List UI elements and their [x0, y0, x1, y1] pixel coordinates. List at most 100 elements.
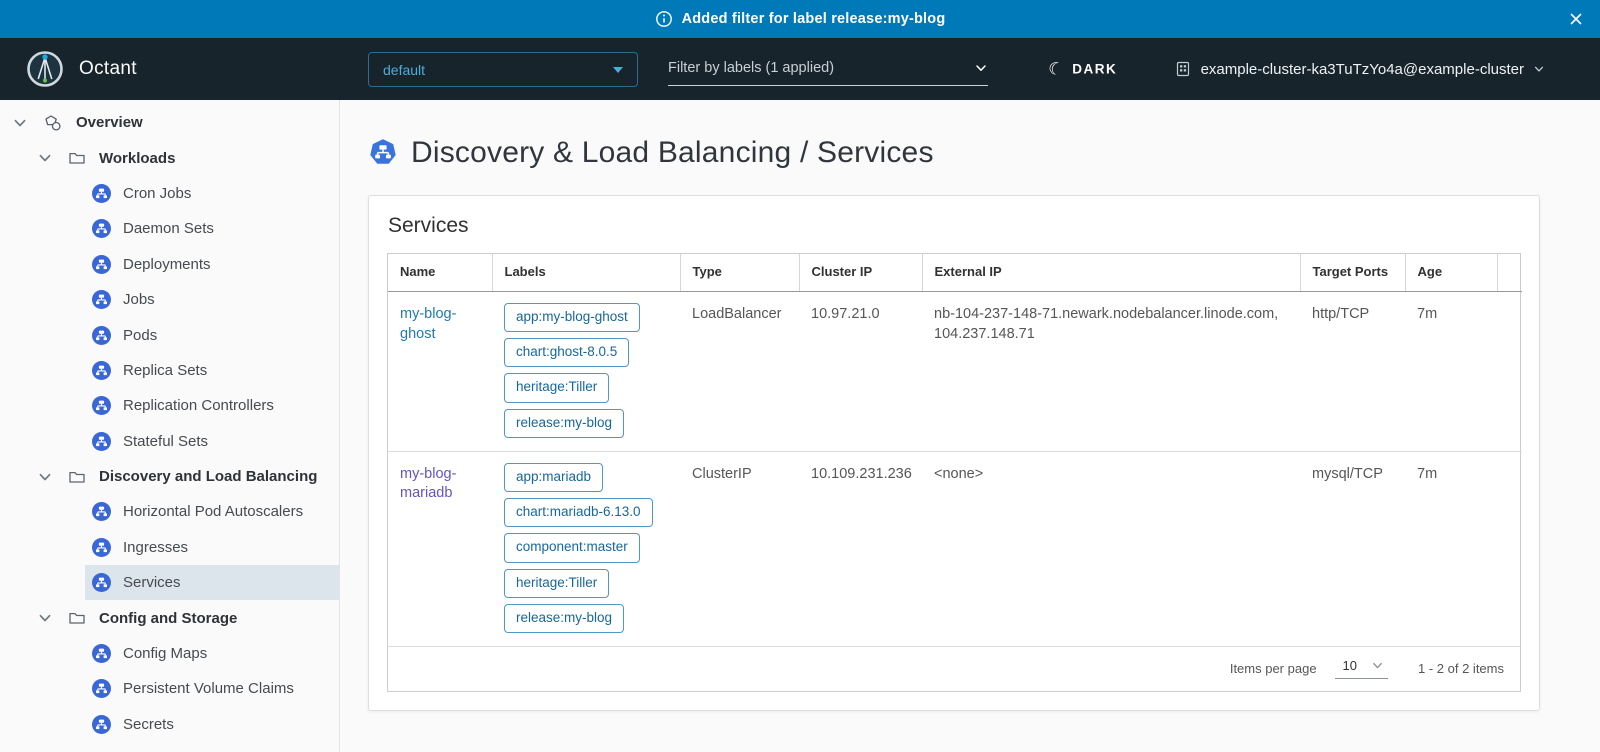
sidebar-item-horizontal-pod-autoscalers[interactable]: Horizontal Pod Autoscalers: [85, 494, 339, 529]
sidebar-item-secrets[interactable]: Secrets: [85, 707, 339, 742]
sidebar-item-label: Horizontal Pod Autoscalers: [123, 503, 303, 520]
sidebar-group-workloads[interactable]: Workloads: [0, 140, 339, 175]
external-ip: <none>: [922, 451, 1300, 646]
sidebar-item-label: Replica Sets: [123, 362, 207, 379]
sidebar-item-cron-jobs[interactable]: Cron Jobs: [85, 176, 339, 211]
folder-icon: [68, 149, 86, 167]
label-pill[interactable]: chart:mariadb-6.13.0: [504, 498, 653, 527]
sidebar-item-pods[interactable]: Pods: [85, 317, 339, 352]
pagination-range: 1 - 2 of 2 items: [1418, 661, 1504, 676]
sidebar-item-label: Deployments: [123, 256, 211, 273]
age: 7m: [1405, 451, 1497, 646]
label-pill[interactable]: component:master: [504, 533, 640, 562]
external-ip: nb-104-237-148-71.newark.nodebalancer.li…: [922, 292, 1300, 452]
cluster-icon: [1174, 60, 1192, 78]
chevron-down-icon[interactable]: [12, 115, 28, 131]
label-pill[interactable]: heritage:Tiller: [504, 569, 609, 598]
label-pill[interactable]: chart:ghost-8.0.5: [504, 338, 629, 367]
folder-icon: [68, 609, 86, 627]
sidebar-item-config-maps[interactable]: Config Maps: [85, 636, 339, 671]
namespace-select[interactable]: default: [368, 52, 638, 87]
close-icon[interactable]: [1568, 11, 1584, 27]
service-heptagon-icon: [368, 138, 398, 168]
chevron-down-icon: [974, 61, 988, 75]
moon-icon: ☾: [1046, 59, 1065, 79]
sidebar-item-services[interactable]: Services: [85, 565, 339, 600]
sidebar-item-replica-sets[interactable]: Replica Sets: [85, 353, 339, 388]
info-icon: [655, 10, 673, 28]
sidebar-item-deployments[interactable]: Deployments: [85, 247, 339, 282]
items-per-page-label: Items per page: [1230, 661, 1317, 676]
secrets-icon: [92, 715, 111, 734]
sidebar-item-overview[interactable]: Overview: [0, 105, 339, 140]
sidebar-item-daemon-sets[interactable]: Daemon Sets: [85, 211, 339, 246]
card-title: Services: [388, 214, 1521, 238]
cluster-ip: 10.109.231.236: [799, 451, 922, 646]
theme-toggle[interactable]: ☾ DARK: [1048, 61, 1117, 78]
sidebar-item-label: Replication Controllers: [123, 397, 274, 414]
namespace-value: default: [383, 62, 425, 78]
deployments-icon: [92, 255, 111, 274]
config-maps-icon: [92, 644, 111, 663]
column-header-filler: [1497, 254, 1522, 292]
sidebar-item-label: Services: [123, 574, 181, 591]
sidebar-item-label: Stateful Sets: [123, 433, 208, 450]
notification-bar: Added filter for label release:my-blog: [0, 0, 1600, 38]
label-filter-dropdown[interactable]: Filter by labels (1 applied): [668, 60, 988, 86]
replica-sets-icon: [92, 361, 111, 380]
sidebar-item-label: Daemon Sets: [123, 220, 214, 237]
sidebar-item-label: Config Maps: [123, 645, 207, 662]
label-pill[interactable]: app:my-blog-ghost: [504, 303, 640, 332]
pods-icon: [92, 326, 111, 345]
column-header-external-ip: External IP: [922, 254, 1300, 292]
table-row: my-blog-mariadb app:mariadb chart:mariad…: [388, 451, 1522, 646]
sidebar-item-label: Overview: [76, 114, 143, 131]
service-type: LoadBalancer: [680, 292, 799, 452]
chevron-down-icon[interactable]: [37, 469, 53, 485]
chevron-down-icon[interactable]: [37, 150, 53, 166]
sidebar-item-label: Config and Storage: [99, 610, 237, 627]
cron-jobs-icon: [92, 184, 111, 203]
target-ports: mysql/TCP: [1300, 451, 1405, 646]
sidebar-group-config-and-storage[interactable]: Config and Storage: [0, 600, 339, 635]
sidebar-group-discovery-load-balancing[interactable]: Discovery and Load Balancing: [0, 459, 339, 494]
stateful-sets-icon: [92, 432, 111, 451]
sidebar-item-persistent-volume-claims[interactable]: Persistent Volume Claims: [85, 671, 339, 706]
sidebar-item-label: Secrets: [123, 716, 174, 733]
label-list: app:my-blog-ghost chart:ghost-8.0.5 heri…: [504, 303, 668, 438]
table-pagination: Items per page 10 1 - 2 of 2 items: [388, 646, 1520, 691]
page-title: Discovery & Load Balancing / Services: [368, 136, 1600, 170]
target-ports: http/TCP: [1300, 292, 1405, 452]
notification-message: Added filter for label release:my-blog: [682, 11, 946, 27]
app-title: Octant: [79, 58, 137, 80]
chevron-down-icon[interactable]: [37, 610, 53, 626]
sidebar-item-jobs[interactable]: Jobs: [85, 282, 339, 317]
cluster-name: example-cluster-ka3TuTzYo4a@example-clus…: [1201, 61, 1524, 78]
cluster-selector[interactable]: example-cluster-ka3TuTzYo4a@example-clus…: [1174, 60, 1545, 78]
sidebar-item-replication-controllers[interactable]: Replication Controllers: [85, 388, 339, 423]
label-pill[interactable]: release:my-blog: [504, 604, 624, 633]
column-header-labels: Labels: [492, 254, 680, 292]
age: 7m: [1405, 292, 1497, 452]
label-pill[interactable]: release:my-blog: [504, 409, 624, 438]
persistent-volume-claims-icon: [92, 679, 111, 698]
horizontal-pod-autoscalers-icon: [92, 502, 111, 521]
sidebar-nav: Overview Workloads Cron Jobs Daemon Sets…: [0, 100, 340, 752]
sidebar-item-stateful-sets[interactable]: Stateful Sets: [85, 424, 339, 459]
table-row: my-blog-ghost app:my-blog-ghost chart:gh…: [388, 292, 1522, 452]
objects-icon: [43, 113, 63, 133]
sidebar-item-label: Pods: [123, 327, 157, 344]
replication-controllers-icon: [92, 396, 111, 415]
service-type: ClusterIP: [680, 451, 799, 646]
cluster-ip: 10.97.21.0: [799, 292, 922, 452]
table-header-row: Name Labels Type Cluster IP External IP …: [388, 254, 1522, 292]
service-name-link[interactable]: my-blog-ghost: [400, 306, 456, 342]
daemon-sets-icon: [92, 219, 111, 238]
services-table: Name Labels Type Cluster IP External IP …: [387, 253, 1521, 692]
items-per-page-select[interactable]: 10: [1335, 658, 1388, 679]
sidebar-item-ingresses[interactable]: Ingresses: [85, 530, 339, 565]
label-pill[interactable]: app:mariadb: [504, 463, 603, 492]
service-name-link[interactable]: my-blog-mariadb: [400, 466, 456, 502]
ingresses-icon: [92, 538, 111, 557]
label-pill[interactable]: heritage:Tiller: [504, 373, 609, 402]
